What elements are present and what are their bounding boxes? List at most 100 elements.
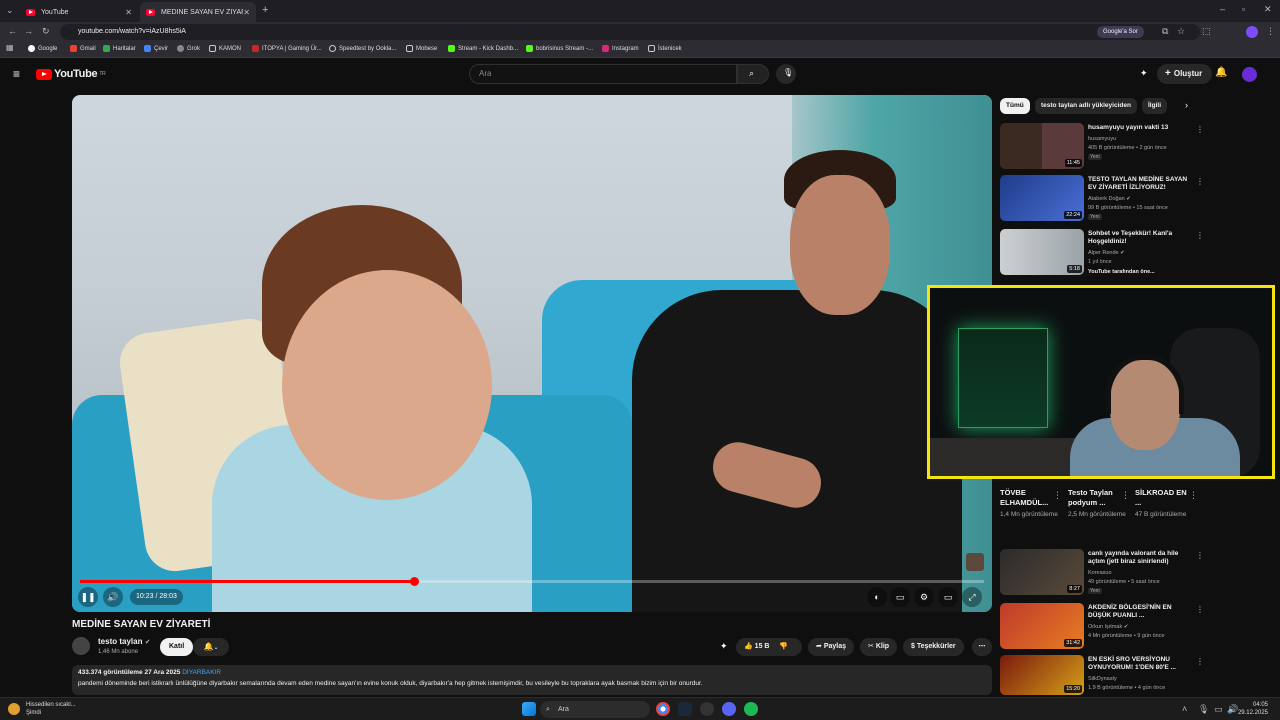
tab-youtube[interactable]: YouTube ✕ bbox=[20, 2, 138, 22]
channel-name[interactable]: testo taylan ✔ bbox=[98, 637, 151, 646]
more-options-icon[interactable]: ⋮ bbox=[1196, 657, 1204, 666]
apps-icon[interactable]: ▦ bbox=[6, 43, 14, 52]
list-item[interactable]: 5:18 Sohbet ve Teşekkür! Kanl'a Hoşgeldi… bbox=[1000, 229, 1205, 279]
bookmark-bobrisinus[interactable]: bobrisinus Stream -... bbox=[526, 45, 593, 52]
chevron-right-icon[interactable]: › bbox=[1185, 100, 1188, 110]
chip-from-uploader[interactable]: testo taylan adlı yükleyiciden bbox=[1035, 98, 1137, 114]
channel-watermark[interactable] bbox=[966, 553, 984, 571]
youtube-favicon-icon bbox=[26, 8, 35, 16]
bookmark-itopya[interactable]: ITOPYA | Gaming Ür... bbox=[252, 45, 322, 52]
volume-button[interactable]: 🔊 bbox=[103, 587, 123, 607]
fullscreen-button[interactable]: ⤢ bbox=[962, 587, 982, 607]
bookmark-speedtest[interactable]: Speedtest by Ookla... bbox=[329, 45, 396, 52]
thanks-button[interactable]: $ Teşekkürler bbox=[903, 638, 964, 656]
close-tab-icon[interactable]: ✕ bbox=[243, 8, 250, 17]
screenshot-icon[interactable]: ⧉ bbox=[1162, 26, 1168, 37]
close-tab-icon[interactable]: ✕ bbox=[125, 8, 132, 17]
bookmark-google[interactable]: Google bbox=[28, 45, 57, 52]
clip-button[interactable]: ✂ Klip bbox=[860, 638, 898, 656]
more-options-icon[interactable]: ⋮ bbox=[1189, 490, 1198, 501]
list-item[interactable]: 22:24 TESTO TAYLAN MEDİNE SAYAN EV ZİYAR… bbox=[1000, 175, 1205, 225]
youtube-logo[interactable]: YouTube TR bbox=[36, 68, 106, 80]
new-tab-icon[interactable]: + bbox=[262, 4, 268, 16]
bookmark-mobese[interactable]: Mobese bbox=[406, 45, 437, 52]
settings-gear-icon[interactable]: ⚙ bbox=[914, 587, 934, 607]
chip-all[interactable]: Tümü bbox=[1000, 98, 1030, 114]
chip-related[interactable]: İlgili bbox=[1142, 98, 1167, 114]
bookmark-maps[interactable]: Haritalar bbox=[103, 45, 136, 52]
share-button[interactable]: ➦ Paylaş bbox=[808, 638, 854, 656]
tab-list-icon[interactable]: ⌄ bbox=[6, 5, 14, 16]
mic-tray-icon[interactable]: 🎙 bbox=[1198, 704, 1209, 715]
list-item[interactable]: 8:27 canlı yayında valorant da hile açtı… bbox=[1000, 549, 1205, 599]
more-options-icon[interactable]: ⋮ bbox=[1196, 125, 1204, 134]
bookmark-grok[interactable]: Grok bbox=[177, 45, 200, 52]
more-actions-button[interactable]: ⋯ bbox=[972, 638, 992, 656]
more-options-icon[interactable]: ⋮ bbox=[1196, 177, 1204, 186]
more-options-icon[interactable]: ⋮ bbox=[1196, 231, 1204, 240]
location-tag[interactable]: DİYARBAKIR bbox=[182, 669, 221, 676]
bookmark-gmail[interactable]: Gmail bbox=[70, 45, 96, 52]
theater-mode-button[interactable]: ▭ bbox=[938, 587, 958, 607]
list-item[interactable]: 11:45 husamyuyu yayın vakti 13 husamyuyu… bbox=[1000, 123, 1205, 173]
join-button[interactable]: Katıl bbox=[160, 638, 194, 656]
subscription-bell-button[interactable]: 🔔⌄ bbox=[193, 638, 229, 656]
window-close-icon[interactable]: ✕ bbox=[1264, 4, 1272, 15]
profile-avatar[interactable] bbox=[1246, 26, 1258, 38]
discord-icon[interactable] bbox=[722, 702, 736, 716]
reload-icon[interactable]: ↻ bbox=[42, 26, 50, 37]
hamburger-menu-icon[interactable]: ≡ bbox=[13, 67, 20, 81]
volume-tray-icon[interactable]: 🔊 bbox=[1227, 704, 1238, 715]
taskbar-search[interactable]: ⌕ Ara bbox=[540, 701, 650, 718]
app-icon[interactable] bbox=[700, 702, 714, 716]
taskbar-clock[interactable]: 04:05 29.12.2025 bbox=[1238, 701, 1268, 717]
short-item[interactable]: SİLKROAD EN ... 47 B görüntüleme bbox=[1135, 488, 1187, 519]
notifications-bell-icon[interactable]: 🔔 bbox=[1215, 67, 1227, 78]
more-options-icon[interactable]: ⋮ bbox=[1196, 551, 1204, 560]
bookmark-istenicek[interactable]: İstenicek bbox=[648, 45, 682, 52]
forward-icon[interactable]: → bbox=[24, 26, 33, 36]
spotify-icon[interactable] bbox=[744, 702, 758, 716]
tab-active-video[interactable]: MEDİNE SAYAN EV ZİYARET ✕ bbox=[140, 2, 256, 22]
search-input[interactable]: Ara bbox=[469, 64, 737, 84]
maximize-icon[interactable]: ▫ bbox=[1242, 4, 1245, 14]
bookmark-kick[interactable]: Stream - Kick Dashb... bbox=[448, 45, 518, 52]
steam-icon[interactable] bbox=[678, 702, 692, 716]
minimize-icon[interactable]: – bbox=[1220, 4, 1225, 14]
tray-chevron-icon[interactable]: ˄ bbox=[1182, 704, 1187, 714]
network-icon[interactable]: ▭ bbox=[1214, 704, 1223, 715]
weather-icon[interactable] bbox=[8, 703, 20, 715]
back-icon[interactable]: ← bbox=[8, 26, 17, 36]
channel-avatar[interactable] bbox=[72, 637, 90, 655]
voice-search-button[interactable]: 🎙 bbox=[776, 64, 796, 84]
pause-button[interactable]: ❚❚ bbox=[78, 587, 98, 607]
video-progress-bar[interactable] bbox=[80, 577, 984, 586]
like-button[interactable]: 👍 15 B bbox=[744, 643, 769, 650]
subtitles-button[interactable]: ▭ bbox=[890, 587, 910, 607]
autoplay-toggle[interactable]: ◐ bbox=[867, 587, 887, 607]
description-box[interactable]: 433.374 görüntüleme 27 Ara 2025 DİYARBAK… bbox=[72, 665, 992, 695]
bookmark-translate[interactable]: Çevir bbox=[144, 45, 168, 52]
video-player[interactable]: ❚❚ 🔊 10:23 / 28:03 ◐ ▭ ⚙ ▭ ⤢ bbox=[72, 95, 992, 612]
gemini-icon[interactable]: ✦ bbox=[1140, 68, 1148, 79]
url-input[interactable]: youtube.com/watch?v=iAzU8hs5iA bbox=[60, 24, 1200, 40]
bookmark-instagram[interactable]: Instagram bbox=[602, 45, 639, 52]
more-options-icon[interactable]: ⋮ bbox=[1053, 490, 1062, 501]
windows-start-icon[interactable] bbox=[522, 702, 536, 716]
more-options-icon[interactable]: ⋮ bbox=[1121, 490, 1130, 501]
bookmark-star-icon[interactable]: ☆ bbox=[1177, 26, 1185, 37]
account-avatar[interactable] bbox=[1242, 67, 1257, 82]
browser-menu-icon[interactable]: ⋮ bbox=[1266, 26, 1275, 37]
search-button[interactable]: ⌕ bbox=[737, 64, 769, 84]
chrome-icon[interactable] bbox=[656, 702, 670, 716]
extensions-icon[interactable]: ⬚ bbox=[1202, 26, 1211, 37]
more-options-icon[interactable]: ⋮ bbox=[1196, 605, 1204, 614]
google-ask-button[interactable]: Google'a Sor bbox=[1097, 26, 1144, 38]
list-item[interactable]: 31:42 AKDENİZ BÖLGESİ'NİN EN DÜŞÜK PUANL… bbox=[1000, 603, 1205, 653]
weather-widget[interactable]: Hissedilen sıcakl... Şimdi bbox=[26, 701, 76, 717]
gemini-ask-icon[interactable]: ✦ bbox=[720, 641, 728, 652]
short-title: SİLKROAD EN ... bbox=[1135, 488, 1187, 507]
bookmark-kamon[interactable]: KAMON bbox=[209, 45, 241, 52]
create-button[interactable]: + Oluştur bbox=[1157, 64, 1213, 84]
dislike-button[interactable]: 👎 bbox=[779, 643, 788, 650]
